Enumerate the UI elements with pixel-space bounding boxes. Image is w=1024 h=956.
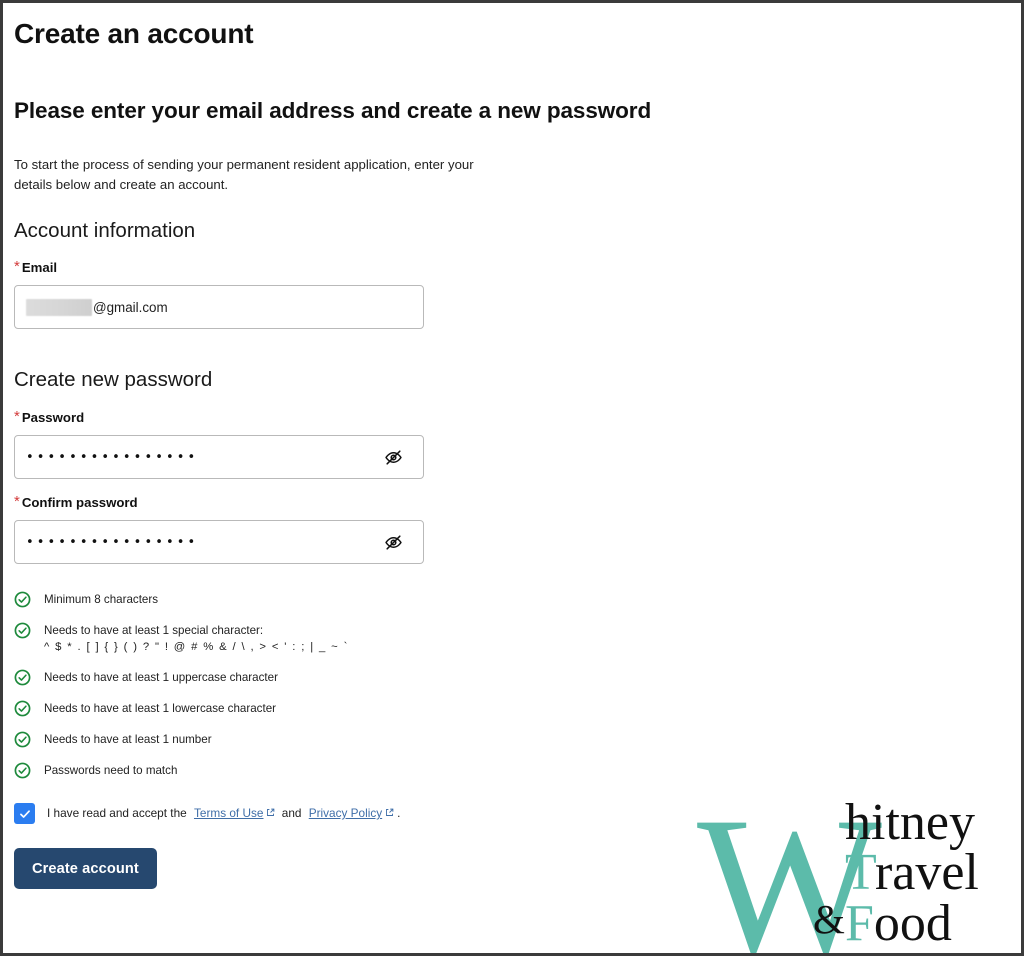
watermark-line-2-cap: T <box>845 844 875 902</box>
password-label-text: Password <box>21 410 85 425</box>
external-link-icon <box>385 805 394 822</box>
checkmark-icon <box>19 809 30 818</box>
required-asterisk-icon: * <box>14 493 20 510</box>
requirement-text: Passwords need to match <box>44 764 178 777</box>
required-asterisk-icon: * <box>14 408 20 425</box>
page-subtitle: Please enter your email address and crea… <box>14 97 652 123</box>
terms-prefix: I have read and accept the <box>47 806 190 821</box>
password-input[interactable]: •••••••••••••••• <box>14 435 424 479</box>
page-title: Create an account <box>14 18 254 49</box>
special-characters-list: ^ $ * . [ ] { } ( ) ? " ! @ # % & / \ , … <box>44 640 349 653</box>
account-creation-form: Create an account Please enter your emai… <box>14 3 794 889</box>
eye-off-icon[interactable] <box>381 445 405 469</box>
terms-acceptance-row: I have read and accept the Terms of Use … <box>14 803 794 824</box>
check-circle-icon <box>14 622 31 639</box>
email-field-block: * Email @gmail.com <box>14 258 794 330</box>
check-circle-icon <box>14 731 31 748</box>
confirm-password-label-text: Confirm password <box>21 495 138 510</box>
requirement-item: Passwords need to match <box>14 762 794 779</box>
email-label: * Email <box>14 258 794 276</box>
email-value: @gmail.com <box>26 298 168 316</box>
requirement-text-wrapper: Needs to have at least 1 special charact… <box>44 622 349 655</box>
create-account-button[interactable]: Create account <box>14 848 157 889</box>
requirement-item: Needs to have at least 1 special charact… <box>14 622 794 655</box>
requirement-item: Needs to have at least 1 lowercase chara… <box>14 700 794 717</box>
password-requirements-list: Minimum 8 characters Needs to have at le… <box>14 591 794 779</box>
requirement-item: Needs to have at least 1 uppercase chara… <box>14 669 794 686</box>
confirm-password-field-block: * Confirm password •••••••••••••••• <box>14 493 794 564</box>
requirement-text: Needs to have at least 1 number <box>44 733 212 746</box>
terms-text: I have read and accept the Terms of Use … <box>47 805 400 822</box>
check-circle-icon <box>14 591 31 608</box>
requirement-text: Minimum 8 characters <box>44 593 159 606</box>
confirm-password-label: * Confirm password <box>14 493 794 511</box>
requirement-item: Minimum 8 characters <box>14 591 794 608</box>
check-circle-icon <box>14 669 31 686</box>
email-label-text: Email <box>21 260 58 276</box>
account-information-heading: Account information <box>14 218 196 242</box>
watermark-ampersand: & <box>813 896 845 942</box>
confirm-password-value: •••••••••••••••• <box>26 534 199 550</box>
watermark-line-3: Food <box>845 895 952 952</box>
terms-middle: and <box>278 806 305 821</box>
privacy-policy-link[interactable]: Privacy Policy <box>309 805 382 822</box>
requirement-text: Needs to have at least 1 special charact… <box>44 624 264 637</box>
email-input[interactable]: @gmail.com <box>14 285 424 330</box>
requirement-text: Needs to have at least 1 lowercase chara… <box>44 702 276 715</box>
terms-suffix: . <box>397 806 401 821</box>
check-circle-icon <box>14 762 31 779</box>
watermark-line-3-cap: F <box>845 894 874 952</box>
required-asterisk-icon: * <box>14 258 20 276</box>
requirement-item: Needs to have at least 1 number <box>14 731 794 748</box>
email-domain-text: @gmail.com <box>93 299 168 315</box>
terms-checkbox[interactable] <box>14 803 35 824</box>
terms-of-use-link[interactable]: Terms of Use <box>194 805 264 822</box>
redacted-email-local-part <box>26 298 92 316</box>
password-label: * Password <box>14 408 794 426</box>
requirement-text: Needs to have at least 1 uppercase chara… <box>44 671 278 684</box>
create-new-password-heading: Create new password <box>14 368 213 392</box>
intro-paragraph: To start the process of sending your per… <box>14 156 474 193</box>
eye-off-icon[interactable] <box>381 530 405 554</box>
watermark-line-2: Travel <box>845 844 979 901</box>
page-frame: Create an account Please enter your emai… <box>0 0 1024 956</box>
confirm-password-input[interactable]: •••••••••••••••• <box>14 520 424 564</box>
password-field-block: * Password •••••••••••••••• <box>14 408 794 479</box>
watermark-line-3-rest: ood <box>873 894 952 952</box>
check-circle-icon <box>14 700 31 717</box>
watermark-line-1: hitney <box>845 794 975 851</box>
password-value: •••••••••••••••• <box>26 449 199 465</box>
watermark-wordmark: hitney Travel Food <box>845 797 979 952</box>
watermark-line-2-rest: ravel <box>874 844 979 902</box>
external-link-icon <box>266 805 275 822</box>
